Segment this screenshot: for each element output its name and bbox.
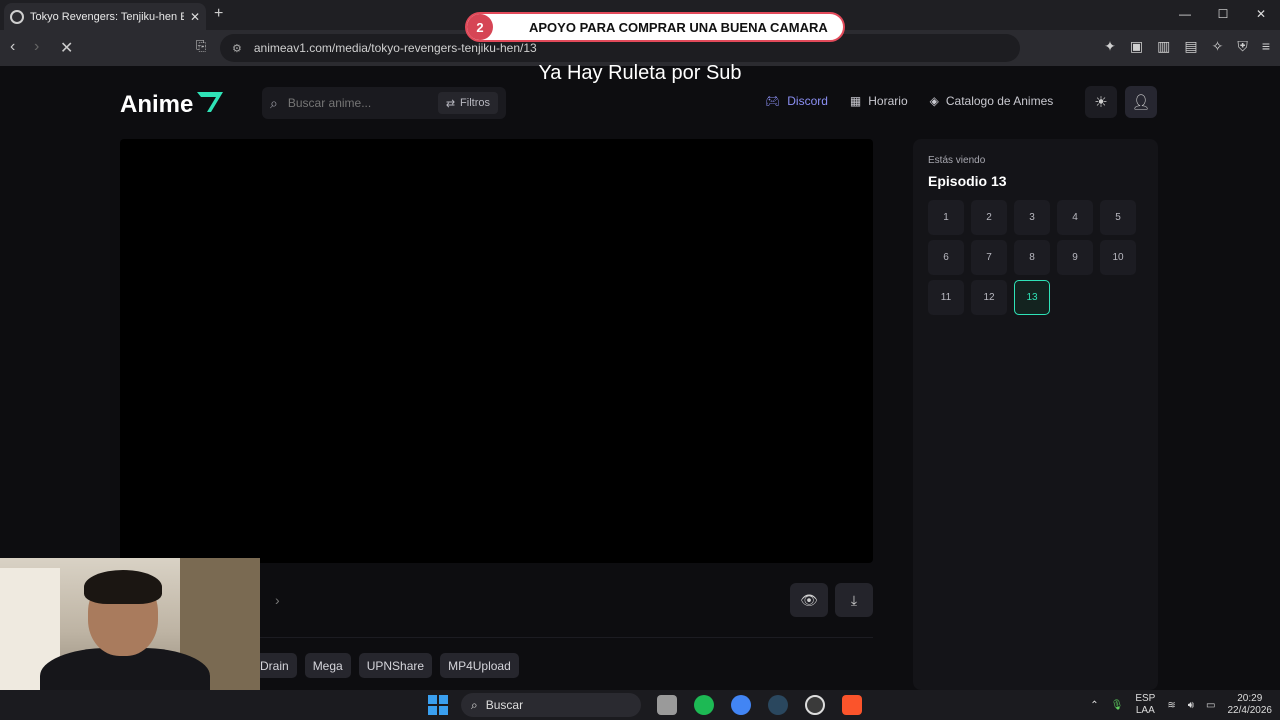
webcam-overlay	[0, 558, 260, 708]
episode-button[interactable]: 5	[1100, 200, 1136, 235]
close-window-icon[interactable]: ✕	[1242, 0, 1280, 28]
nav-catalog-label: Catalogo de Animes	[945, 94, 1054, 108]
spotify-icon[interactable]	[694, 695, 714, 715]
extensions-icon[interactable]: ✦	[1104, 38, 1116, 55]
episode-button[interactable]: 1	[928, 200, 964, 235]
tab-title: Tokyo Revengers: Tenjiku-hen Ep	[30, 10, 184, 23]
nav-catalog[interactable]: ◈ Catalogo de Animes	[930, 94, 1054, 108]
server-mega[interactable]: Mega	[304, 653, 351, 678]
logo-text: Anime	[120, 90, 194, 118]
nav-schedule[interactable]: ▦ Horario	[850, 94, 908, 108]
ai-icon[interactable]: ✧	[1212, 38, 1224, 55]
chevron-up-icon[interactable]: ⌃	[1090, 700, 1098, 711]
steam-icon[interactable]	[768, 695, 788, 715]
nav-schedule-label: Horario	[868, 94, 908, 108]
stream-overlay-text: Ya Hay Ruleta por Sub	[538, 62, 742, 84]
episode-button-active[interactable]: 13	[1014, 280, 1050, 315]
minimize-icon[interactable]: —	[1166, 0, 1204, 28]
episode-button[interactable]: 11	[928, 280, 964, 315]
server-upnshare[interactable]: UPNShare	[358, 653, 433, 678]
user-icon: 👤︎	[1131, 94, 1151, 111]
new-tab-icon[interactable]: +	[214, 5, 223, 23]
site-favicon-icon	[10, 9, 24, 24]
site-logo[interactable]: Anime	[120, 88, 225, 121]
eye-icon: 👁︎	[800, 591, 818, 608]
nav-discord[interactable]: 🎮︎ Discord	[765, 94, 828, 108]
microphone-icon[interactable]: 🎙︎	[1111, 700, 1124, 711]
back-icon[interactable]: ‹	[10, 38, 15, 56]
sidebar-icon[interactable]: ▥	[1157, 38, 1170, 55]
theme-toggle-button[interactable]: ☀	[1085, 86, 1117, 118]
obs-icon[interactable]	[805, 695, 825, 715]
bookmark-icon[interactable]: ⎘	[196, 38, 206, 54]
language-indicator[interactable]: ESP LAA	[1135, 693, 1155, 717]
search-icon: ⌕	[270, 94, 278, 111]
search-icon: ⌕	[471, 697, 478, 712]
search-input[interactable]	[287, 96, 418, 110]
clock[interactable]: 20:29 22/4/2026	[1228, 693, 1273, 717]
stream-goal-banner: 2 APOYO PARA COMPRAR UNA BUENA CAMARA	[465, 12, 845, 42]
taskbar-search-label: Buscar	[485, 698, 524, 712]
site-info-icon[interactable]: ⚙	[232, 42, 242, 55]
browser-toolbar-icons: ✦ ▣ ▥ ▤ ✧ ⛨ ≡	[1104, 38, 1270, 55]
goal-count: 2	[467, 14, 493, 40]
discord-icon: 🎮︎	[765, 94, 781, 108]
server-list: Drain Mega UPNShare MP4Upload	[252, 653, 519, 678]
battery-icon[interactable]: ▭	[1206, 700, 1215, 711]
episode-button[interactable]: 10	[1100, 240, 1136, 275]
stop-loading-icon[interactable]: ✕	[60, 38, 73, 58]
sun-icon: ☀	[1094, 94, 1108, 111]
layers-icon: ◈	[929, 94, 939, 108]
url-text: animeav1.com/media/tokyo-revengers-tenji…	[253, 41, 537, 55]
episode-button[interactable]: 12	[971, 280, 1007, 315]
browser-tab[interactable]: Tokyo Revengers: Tenjiku-hen Ep ✕	[4, 3, 206, 30]
episode-button[interactable]: 8	[1014, 240, 1050, 275]
calendar-icon: ▦	[849, 94, 862, 108]
episode-button[interactable]: 4	[1057, 200, 1093, 235]
chevron-right-icon[interactable]: ›	[275, 592, 280, 608]
episode-button[interactable]: 6	[928, 240, 964, 275]
brave-icon[interactable]	[842, 695, 862, 715]
maximize-icon[interactable]: ☐	[1204, 0, 1242, 28]
video-player[interactable]	[120, 139, 873, 563]
episode-button[interactable]: 3	[1014, 200, 1050, 235]
taskbar-apps	[657, 695, 862, 715]
vpn-icon[interactable]: ⛨	[1237, 38, 1248, 55]
download-button[interactable]: ⤓	[835, 583, 873, 617]
logo-mark-icon	[195, 88, 225, 121]
user-button[interactable]: 👤︎	[1125, 86, 1157, 118]
episode-grid: 1 2 3 4 5 6 7 8 9 10 11 12 13	[928, 200, 1136, 315]
filters-button[interactable]: ⇄ Filtros	[437, 92, 498, 114]
wallet-icon[interactable]: ▤	[1184, 38, 1197, 55]
filters-icon: ⇄	[445, 97, 456, 110]
os-taskbar: ⌕ Buscar ⌃ 🎙︎ ESP LAA ≋ 🔊︎ ▭ 20:29 22/4/…	[0, 690, 1280, 720]
nav-discord-label: Discord	[787, 94, 828, 108]
file-explorer-icon[interactable]	[657, 695, 677, 715]
wifi-icon[interactable]: ≋	[1167, 700, 1175, 711]
system-tray: ⌃ 🎙︎ ESP LAA ≋ 🔊︎ ▭ 20:29 22/4/2026	[1090, 693, 1272, 717]
window-controls: — ☐ ✕	[1166, 0, 1280, 28]
screenshot-icon[interactable]: ▣	[1130, 38, 1143, 55]
server-mp4upload[interactable]: MP4Upload	[440, 653, 519, 678]
episodes-panel: Estás viendo Episodio 13 1 2 3 4 5 6 7 8…	[913, 139, 1158, 690]
episode-button[interactable]: 2	[971, 200, 1007, 235]
forward-icon[interactable]: ›	[34, 38, 39, 56]
close-tab-icon[interactable]: ✕	[190, 10, 200, 24]
main-nav: 🎮︎ Discord ▦ Horario ◈ Catalogo de Anime…	[765, 94, 1053, 108]
episode-button[interactable]: 9	[1057, 240, 1093, 275]
now-watching-label: Estás viendo	[928, 155, 986, 166]
filters-label: Filtros	[460, 97, 490, 109]
watched-toggle-button[interactable]: 👁︎	[790, 583, 828, 617]
episode-button[interactable]: 7	[971, 240, 1007, 275]
download-icon: ⤓	[850, 591, 858, 608]
chrome-icon[interactable]	[731, 695, 751, 715]
goal-text: APOYO PARA COMPRAR UNA BUENA CAMARA	[529, 19, 828, 35]
taskbar-search[interactable]: ⌕ Buscar	[461, 693, 641, 717]
menu-icon[interactable]: ≡	[1262, 38, 1270, 55]
windows-start-icon[interactable]	[428, 695, 448, 715]
volume-icon[interactable]: 🔊︎	[1188, 700, 1194, 711]
anime-search: ⌕ ⇄ Filtros	[262, 87, 506, 119]
current-episode-title: Episodio 13	[928, 173, 1007, 189]
